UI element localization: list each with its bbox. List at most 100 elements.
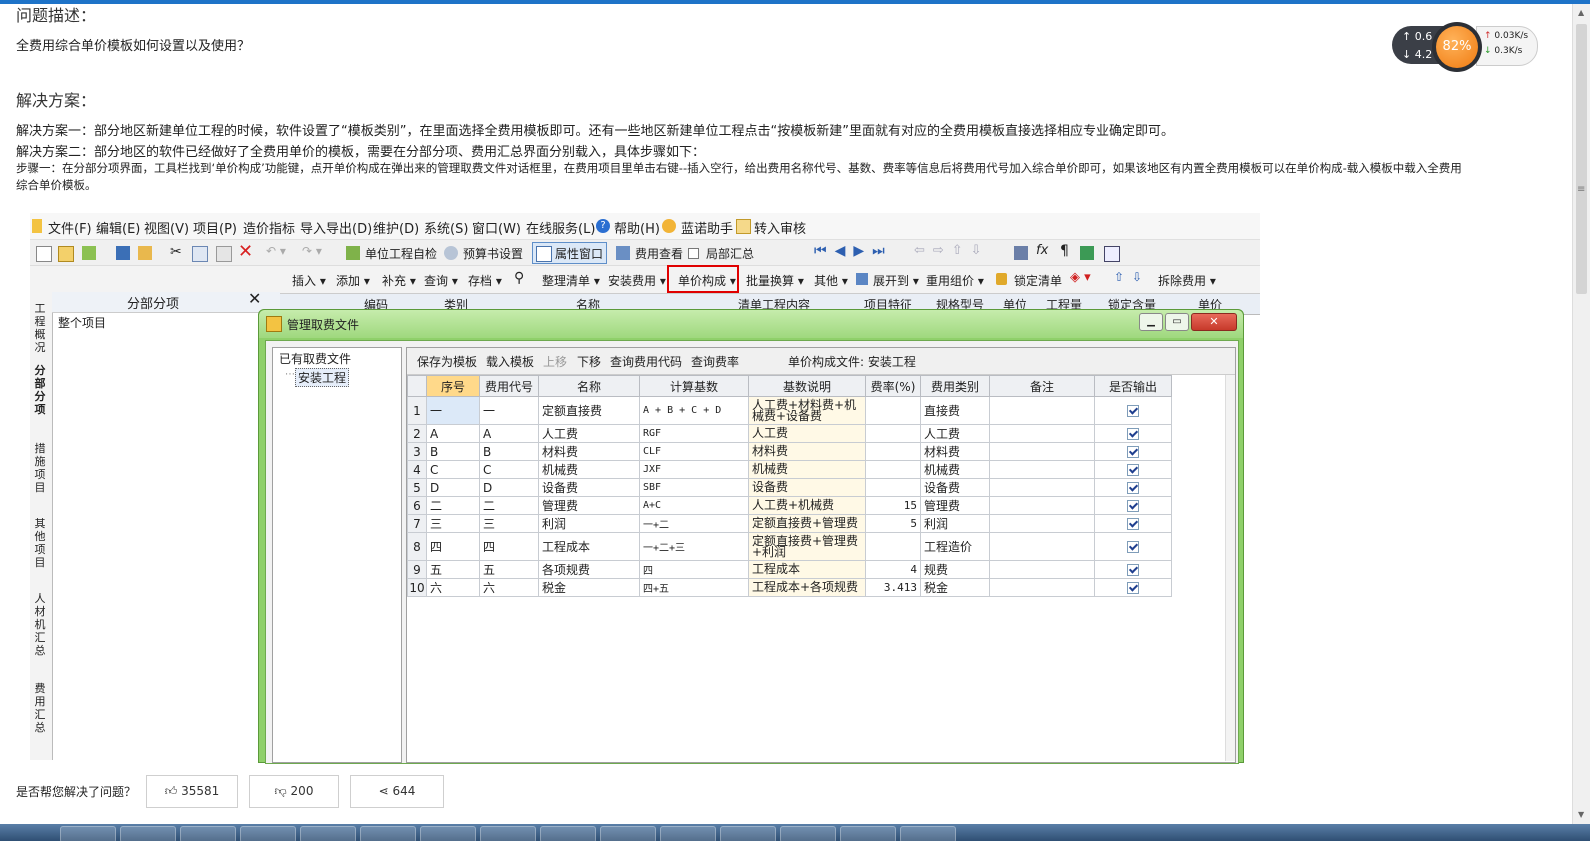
cell-rate[interactable]: 15 [865, 496, 921, 515]
menu-import-export[interactable]: 导入导出(D) [300, 218, 372, 237]
cell-category[interactable]: 机械费 [920, 460, 990, 479]
cell-code[interactable]: 一 [479, 396, 539, 425]
tool-query[interactable]: 查询 ▾ [424, 272, 458, 289]
move-up-button[interactable]: 上移 [543, 353, 567, 370]
cell-note[interactable] [989, 442, 1095, 461]
list-icon[interactable] [1104, 246, 1120, 262]
close-button[interactable]: ✕ [1191, 313, 1237, 331]
cell-rate[interactable] [865, 442, 921, 461]
redo-icon[interactable]: ↷ ▾ [302, 244, 322, 258]
paste-icon[interactable] [216, 246, 232, 262]
save-icon[interactable] [116, 246, 130, 260]
cell-seq[interactable]: 六 [426, 578, 480, 597]
cell-name[interactable]: 机械费 [538, 460, 640, 479]
cell-base-desc[interactable]: 人工费+材料费+机械费+设备费 [748, 396, 866, 425]
taskbar-item[interactable] [780, 826, 836, 843]
binoculars-icon[interactable]: ⚲ [514, 270, 524, 286]
menu-window[interactable]: 窗口(W) [472, 218, 521, 237]
taskbar-item[interactable] [540, 826, 596, 843]
tab-fee-summary[interactable]: 费用汇总 [33, 682, 47, 734]
tool-insert[interactable]: 插入 ▾ [292, 272, 326, 289]
cell-code[interactable]: A [479, 424, 539, 443]
dialog-titlebar[interactable]: 管理取费文件 ▁ ▭ ✕ [259, 310, 1243, 338]
cell-rate[interactable] [865, 396, 921, 425]
folder-icon[interactable] [138, 246, 152, 260]
save-as-template-button[interactable]: 保存为模板 [417, 353, 477, 370]
taskbar-item[interactable] [840, 826, 896, 843]
row-number[interactable]: 4 [407, 460, 427, 479]
cell-code[interactable]: 六 [479, 578, 539, 597]
fee-row[interactable]: 3 B B 材料费 CLF 材料费 材料费 [407, 442, 1172, 461]
taskbar-item[interactable] [900, 826, 956, 843]
cell-rate[interactable] [865, 460, 921, 479]
tool-demolish-fee[interactable]: 拆除费用 ▾ [1158, 272, 1216, 289]
cell-rate[interactable] [865, 424, 921, 443]
cell-code[interactable]: 四 [479, 532, 539, 561]
cell-base[interactable]: 一+二 [639, 514, 749, 533]
cell-base[interactable]: CLF [639, 442, 749, 461]
cell-seq[interactable]: 四 [426, 532, 480, 561]
share-button[interactable]: ⋖ 644 [350, 775, 444, 808]
refresh-icon[interactable] [82, 246, 96, 260]
menu-project[interactable]: 项目(P) [193, 218, 237, 237]
cell-base[interactable]: JXF [639, 460, 749, 479]
taskbar-item[interactable] [720, 826, 776, 843]
tool-install-fee[interactable]: 安装费用 ▾ [608, 272, 666, 289]
cell-note[interactable] [989, 424, 1095, 443]
menu-help[interactable]: 帮助(H) [614, 218, 660, 237]
taskbar-item[interactable] [300, 826, 356, 843]
cell-note[interactable] [989, 514, 1095, 533]
cell-note[interactable] [989, 396, 1095, 425]
row-number[interactable]: 1 [407, 396, 427, 425]
cell-note[interactable] [989, 478, 1095, 497]
output-checkbox[interactable] [1127, 518, 1139, 530]
output-checkbox[interactable] [1127, 428, 1139, 440]
cell-category[interactable]: 设备费 [920, 478, 990, 497]
fill-color-icon[interactable]: ◈ ▾ [1070, 270, 1091, 285]
tool-supplement[interactable]: 补充 ▾ [382, 272, 416, 289]
cell-base-desc[interactable]: 定额直接费+管理费+利润 [748, 532, 866, 561]
cell-name[interactable]: 各项规费 [538, 560, 640, 579]
scrollbar-thumb[interactable] [1576, 24, 1587, 294]
cell-seq[interactable]: C [426, 460, 480, 479]
nav-arrows-icon[interactable]: ⏮◀▶⏭ [814, 243, 893, 259]
like-button[interactable]: 👍︎ 35581 [146, 775, 238, 808]
cell-name[interactable]: 材料费 [538, 442, 640, 461]
row-number[interactable]: 8 [407, 532, 427, 561]
cell-category[interactable]: 直接费 [920, 396, 990, 425]
cell-category[interactable]: 税金 [920, 578, 990, 597]
fee-row[interactable]: 10 六六税金 四+五 工程成本+各项规费 3.413 税金 [407, 578, 1172, 597]
cell-base-desc[interactable]: 定额直接费+管理费 [748, 514, 866, 533]
cell-category[interactable]: 工程造价 [920, 532, 990, 561]
fee-row[interactable]: 9 五五各项规费四工程成本 4 规费 [407, 560, 1172, 579]
cell-rate[interactable]: 4 [865, 560, 921, 579]
close-pane-icon[interactable]: ✕ [248, 289, 261, 308]
cell-name[interactable]: 利润 [538, 514, 640, 533]
undo-icon[interactable]: ↶ ▾ [266, 244, 286, 258]
calculator-icon[interactable] [1014, 246, 1028, 260]
row-number[interactable]: 10 [407, 578, 427, 597]
cell-name[interactable]: 定额直接费 [538, 396, 640, 425]
row-number[interactable]: 6 [407, 496, 427, 515]
tab-project-overview[interactable]: 工程概况 [33, 302, 47, 354]
cell-note[interactable] [989, 532, 1095, 561]
cell-base[interactable]: 四+五 [639, 578, 749, 597]
output-checkbox[interactable] [1127, 482, 1139, 494]
cube-icon[interactable] [1080, 246, 1094, 260]
move-down-button[interactable]: 下移 [577, 353, 601, 370]
taskbar-item[interactable] [660, 826, 716, 843]
cell-seq[interactable]: 五 [426, 560, 480, 579]
partial-summary-checkbox[interactable] [688, 248, 699, 259]
cell-note[interactable] [989, 560, 1095, 579]
taskbar-item[interactable] [180, 826, 236, 843]
output-checkbox[interactable] [1127, 500, 1139, 512]
tool-reuse-price[interactable]: 重用组价 ▾ [926, 272, 984, 289]
cell-base-desc[interactable]: 机械费 [748, 460, 866, 479]
minimize-button[interactable]: ▁ [1139, 313, 1163, 331]
cell-base[interactable]: 一+二+三 [639, 532, 749, 561]
tab-other-items[interactable]: 其他项目 [33, 517, 47, 569]
cell-base[interactable]: A + B + C + D [639, 396, 749, 425]
up-down-icon[interactable]: ⇧⇩ [1114, 270, 1150, 284]
taskbar-item[interactable] [600, 826, 656, 843]
row-number[interactable]: 9 [407, 560, 427, 579]
